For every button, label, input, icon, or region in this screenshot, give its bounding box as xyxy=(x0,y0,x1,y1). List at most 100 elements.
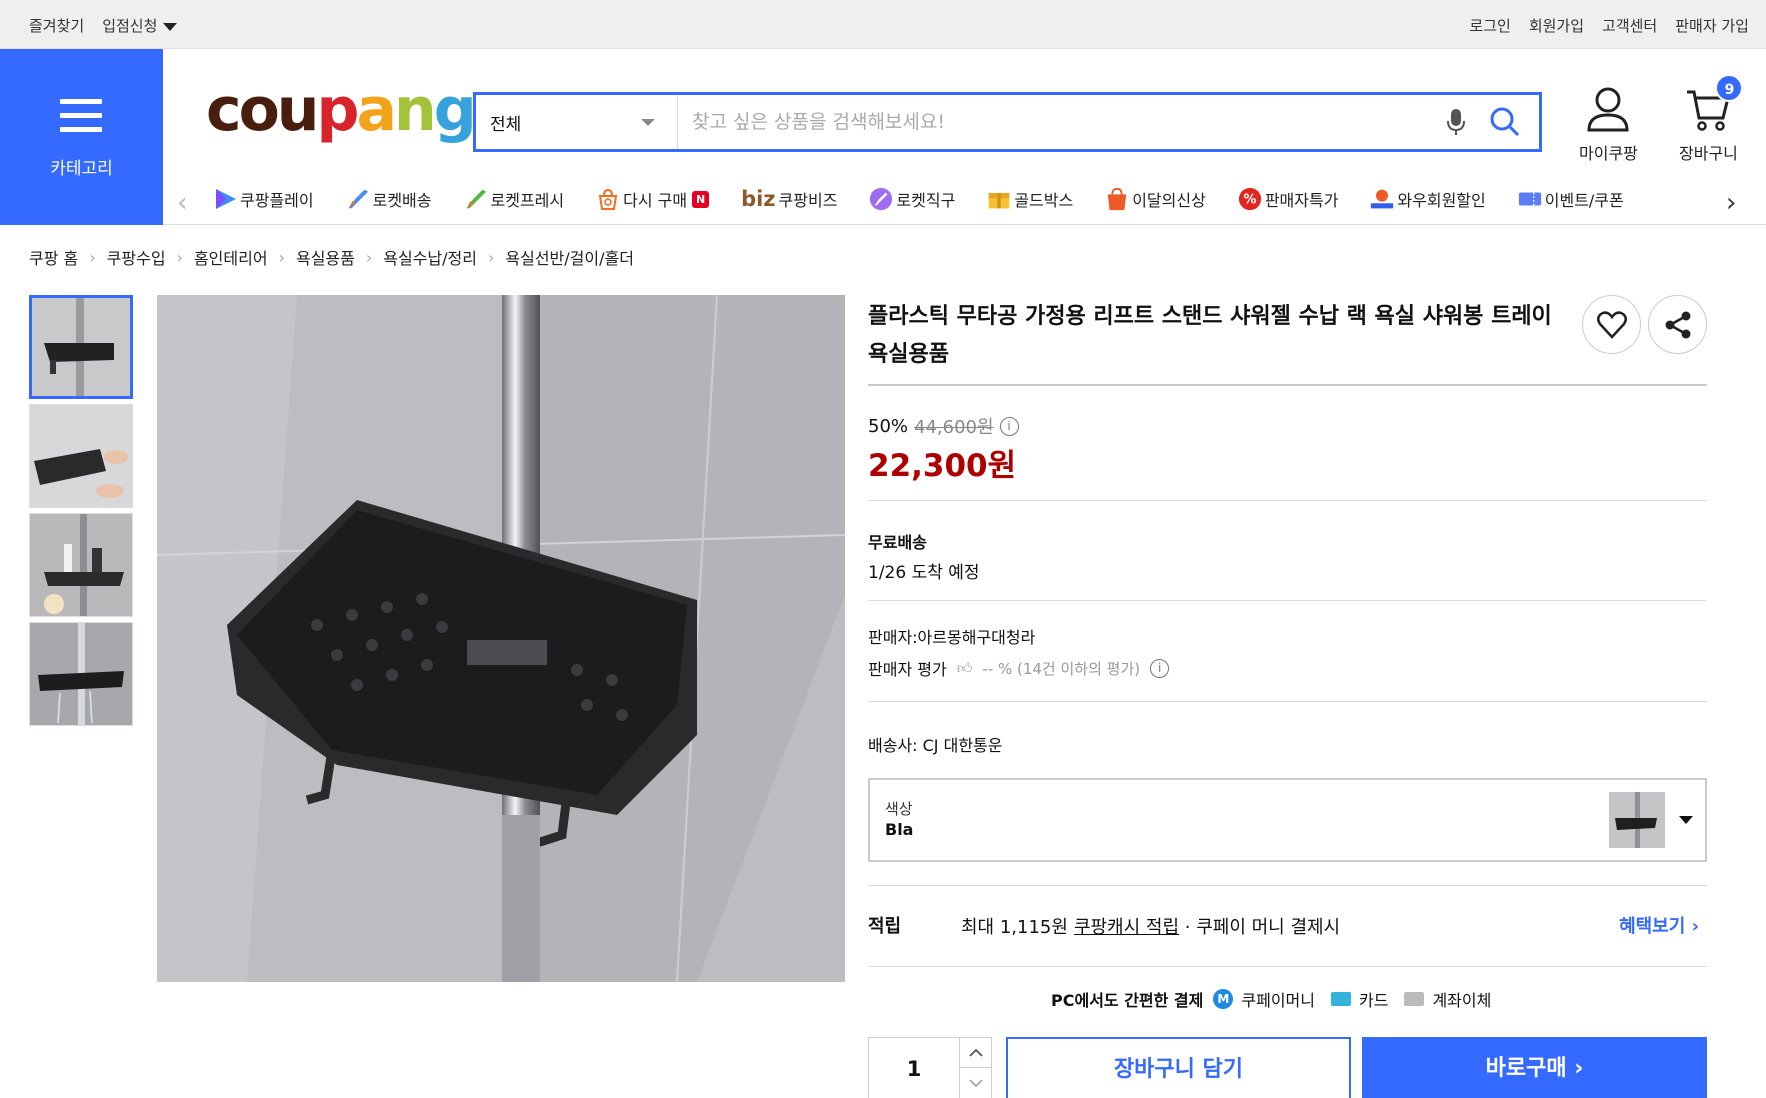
carrier: 배송사: CJ 대한통운 xyxy=(868,736,1003,755)
search-bar: 전체 xyxy=(473,92,1542,152)
share-button[interactable] xyxy=(1648,295,1707,354)
chevron-right-icon: › xyxy=(278,247,285,267)
breadcrumb-item[interactable]: 쿠팡 홈 xyxy=(29,245,78,269)
nav-item-label: 로켓직구 xyxy=(896,191,956,210)
breadcrumb-item[interactable]: 홈인테리어 xyxy=(194,245,268,269)
cart-count-badge: 9 xyxy=(1715,74,1744,102)
nav-item-label: 로켓배송 xyxy=(372,191,432,210)
nav-next-icon[interactable]: › xyxy=(1726,188,1736,218)
signup-link[interactable]: 회원가입 xyxy=(1529,15,1584,36)
nav-item-new-arrivals[interactable]: 이달의신상 xyxy=(1105,187,1206,211)
coupang-cash-link[interactable]: 쿠팡캐시 적립 xyxy=(1074,917,1179,938)
payment-method: 카드 xyxy=(1358,991,1389,1010)
logo-part: p xyxy=(316,75,360,145)
new-icon xyxy=(1105,187,1129,211)
nav-item-wow-discount[interactable]: 와우회원할인 xyxy=(1370,187,1486,211)
cart-label: 장바구니 xyxy=(1679,144,1738,163)
new-badge: N xyxy=(692,190,710,208)
seller-name[interactable]: 판매자:아르몽해구대청라 xyxy=(868,624,1035,648)
nav-item-seller-deals[interactable]: % 판매자특가 xyxy=(1238,187,1338,211)
share-icon xyxy=(1665,311,1690,338)
my-coupang-button[interactable]: 마이쿠팡 xyxy=(1579,86,1638,164)
nav-item-label: 골드박스 xyxy=(1014,191,1074,210)
nav-item-coupang-play[interactable]: 쿠팡플레이 xyxy=(213,187,314,211)
chevron-right-icon: › xyxy=(365,247,373,267)
reward-text: 최대 1,115원 쿠팡캐시 적립 · 쿠페이 머니 결제시 xyxy=(961,913,1340,939)
breadcrumb: 쿠팡 홈 › 쿠팡수입 › 홈인테리어 › 욕실용품 › 욕실수납/정리 › 욕실선반/걸… xyxy=(29,245,634,269)
search-icon[interactable] xyxy=(1483,100,1527,144)
nav-item-label: 이벤트/쿠폰 xyxy=(1544,191,1624,210)
breadcrumb-item[interactable]: 욕실용품 xyxy=(296,245,355,269)
customer-center-link[interactable]: 고객센터 xyxy=(1602,15,1657,36)
nav-item-rocket-fresh[interactable]: 로켓프레시 xyxy=(464,187,565,211)
add-to-cart-button[interactable]: 장바구니 담기 xyxy=(1006,1037,1351,1098)
coupay-money-icon: M xyxy=(1213,989,1234,1009)
search-category-value: 전체 xyxy=(490,114,522,135)
cart-button[interactable]: 9 장바구니 xyxy=(1679,74,1744,164)
divider xyxy=(868,701,1707,702)
benefits-link[interactable]: 혜택보기 › xyxy=(1619,912,1699,938)
quantity-stepper: 1 xyxy=(868,1037,992,1098)
sale-price: 22,300원 xyxy=(868,448,1017,484)
nav-item-label: 로켓프레시 xyxy=(490,191,565,210)
logo-part: cou xyxy=(206,75,320,145)
caret-down-icon xyxy=(163,22,178,31)
product-thumbnail[interactable] xyxy=(29,622,133,726)
product-thumbnail[interactable] xyxy=(29,513,133,617)
divider xyxy=(868,966,1707,967)
breadcrumb-item[interactable]: 욕실선반/걸이/홀더 xyxy=(505,245,634,269)
chevron-right-icon: › xyxy=(176,247,183,267)
chevron-up-icon[interactable] xyxy=(959,1038,991,1068)
chevron-down-icon xyxy=(641,119,655,126)
goldbox-icon xyxy=(987,187,1011,211)
nav-item-label: 쿠팡비즈 xyxy=(778,191,838,210)
payment-method: 쿠페이머니 xyxy=(1241,991,1315,1010)
breadcrumb-item[interactable]: 욕실수납/정리 xyxy=(383,245,477,269)
logo-part: a xyxy=(356,75,396,145)
nav-item-coupang-biz[interactable]: biz 쿠팡비즈 xyxy=(741,187,837,211)
rocket-fresh-icon xyxy=(464,187,488,211)
color-option-select[interactable]: 색상 Bla xyxy=(868,778,1707,862)
nav-item-rebuy[interactable]: 다시 구매 N xyxy=(596,187,710,211)
reward-amount: 최대 1,115원 xyxy=(961,917,1068,938)
product-title: 플라스틱 무타공 가정용 리프트 스탠드 샤워젤 수납 랙 욕실 샤워봉 트레이… xyxy=(868,298,1578,374)
biz-icon: biz xyxy=(741,187,776,211)
coupang-logo[interactable]: coupang xyxy=(206,80,477,140)
play-icon xyxy=(213,187,237,211)
bookmark-link[interactable]: 즐겨찾기 xyxy=(29,15,84,36)
search-category-select[interactable]: 전체 xyxy=(476,95,678,149)
breadcrumb-item[interactable]: 쿠팡수입 xyxy=(107,245,166,269)
product-main-image[interactable] xyxy=(157,295,845,982)
login-link[interactable]: 로그인 xyxy=(1469,15,1510,36)
microphone-icon[interactable] xyxy=(1439,102,1473,142)
option-thumbnail xyxy=(1609,792,1665,848)
seller-rating-row: 판매자 평가 👍︎ -- % (14건 이하의 평가) i xyxy=(868,656,1170,680)
seller-signup-link[interactable]: 판매자 가입 xyxy=(1675,15,1749,36)
info-icon[interactable]: i xyxy=(1150,658,1170,678)
nav-item-rocket-delivery[interactable]: 로켓배송 xyxy=(346,187,432,211)
percent-icon: % xyxy=(1238,187,1262,211)
logo-part: g xyxy=(433,75,477,145)
buy-now-button[interactable]: 바로구매 › xyxy=(1362,1037,1707,1098)
nav-item-rocket-global[interactable]: 로켓직구 xyxy=(869,187,955,211)
info-icon[interactable]: i xyxy=(999,416,1019,436)
heart-icon xyxy=(1596,310,1627,339)
search-input[interactable] xyxy=(678,95,1439,149)
rocket-icon xyxy=(346,187,370,211)
nav-prev-icon[interactable]: ‹ xyxy=(177,188,187,218)
category-menu-button[interactable]: 카테고리 xyxy=(0,49,163,225)
nav-item-label: 이달의신상 xyxy=(1132,191,1206,210)
category-label: 카테고리 xyxy=(50,159,113,179)
chevron-down-icon[interactable] xyxy=(959,1068,991,1098)
thumbs-up-icon: 👍︎ xyxy=(956,658,973,677)
wishlist-button[interactable] xyxy=(1582,295,1641,354)
product-title-line: 욕실용품 xyxy=(868,342,949,367)
payment-methods: PC에서도 간편한 결제 M 쿠페이머니 카드 계좌이체 xyxy=(1051,987,1491,1011)
nav-item-goldbox[interactable]: 골드박스 xyxy=(987,187,1073,211)
nav-item-events-coupons[interactable]: 이벤트/쿠폰 xyxy=(1518,187,1624,211)
seller-apply-link[interactable]: 입점신청 xyxy=(102,15,178,36)
product-thumbnail[interactable] xyxy=(29,295,133,399)
product-thumbnail[interactable] xyxy=(29,404,133,508)
quantity-value[interactable]: 1 xyxy=(869,1057,959,1081)
seller-rating-label: 판매자 평가 xyxy=(868,660,947,679)
